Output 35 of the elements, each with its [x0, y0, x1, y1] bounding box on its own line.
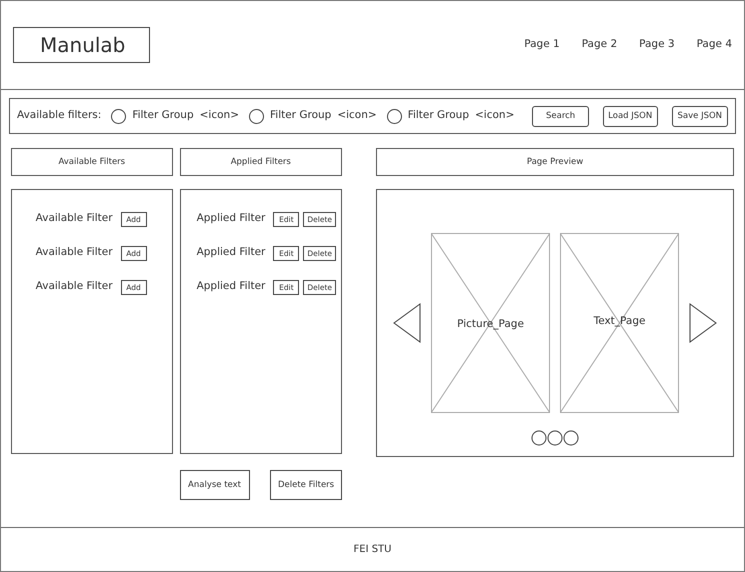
- filter-label: Applied Filter: [196, 245, 266, 260]
- filter-label: Available Filter: [36, 245, 113, 260]
- filter-label: Available Filter: [36, 279, 113, 294]
- footer-text: FEI STU: [354, 543, 392, 557]
- nav-link[interactable]: Page 1: [524, 37, 560, 53]
- filter-label: Available filters:: [17, 108, 102, 124]
- radio-button[interactable]: [386, 108, 402, 124]
- toolbar-button[interactable]: Save JSON: [672, 106, 728, 126]
- page-label: Text_Page: [594, 314, 646, 330]
- filter-label: Applied Filter: [196, 211, 266, 226]
- panel-title: Available Filters: [11, 148, 173, 176]
- logo: Manulab: [13, 27, 150, 63]
- previous-arrow-icon[interactable]: [393, 303, 422, 343]
- pagination-dots-icon[interactable]: [531, 430, 580, 446]
- action-button[interactable]: Delete Filters: [270, 470, 342, 500]
- nav-link[interactable]: Page 4: [696, 37, 732, 53]
- icon-placeholder-text: <icon>: [475, 108, 514, 124]
- radio-button[interactable]: [249, 108, 264, 124]
- radio-label: Filter Group: [132, 108, 194, 124]
- radio-button[interactable]: [111, 108, 126, 124]
- panel-title: Applied Filters: [180, 148, 342, 176]
- radio-label: Filter Group: [270, 108, 332, 124]
- nav-link[interactable]: Page 2: [582, 37, 618, 53]
- icon-placeholder-text: <icon>: [337, 108, 377, 124]
- icon-placeholder-text: <icon>: [200, 108, 239, 124]
- filter-label: Available Filter: [36, 211, 113, 226]
- nav-link[interactable]: Page 3: [639, 37, 675, 53]
- toolbar-button[interactable]: Load JSON: [602, 106, 658, 126]
- radio-label: Filter Group: [408, 108, 469, 124]
- page-label: Picture_Page: [457, 317, 524, 332]
- panel-title: Page Preview: [376, 148, 734, 176]
- filter-label: Applied Filter: [196, 279, 266, 294]
- action-button[interactable]: Analyse text: [180, 470, 250, 500]
- toolbar-button[interactable]: Search: [532, 106, 589, 126]
- next-arrow-icon[interactable]: [689, 303, 718, 343]
